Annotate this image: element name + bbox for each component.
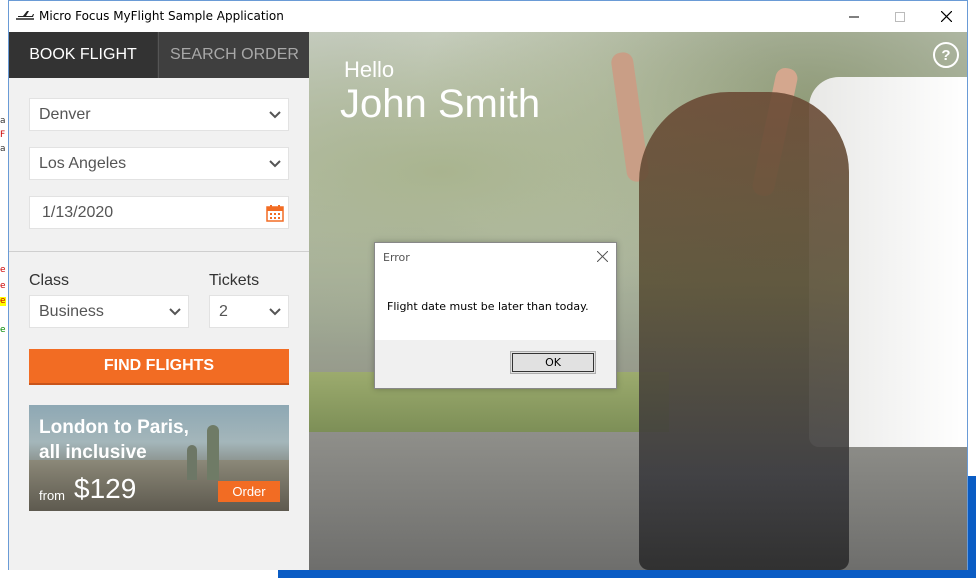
promo-line-1: London to Paris, xyxy=(39,417,189,438)
from-city-select[interactable]: Denver xyxy=(29,98,289,131)
to-city-value: Los Angeles xyxy=(39,154,127,172)
close-icon xyxy=(940,11,952,22)
booking-panel: BOOK FLIGHT SEARCH ORDER Denver Los Ange… xyxy=(9,32,310,570)
close-icon xyxy=(596,250,608,262)
promo-line-2: all inclusive xyxy=(39,442,147,463)
greeting-hello: Hello xyxy=(344,57,395,82)
background-window-edge: a F a e e e e xyxy=(0,0,8,578)
user-name: John Smith xyxy=(340,82,541,126)
section-divider xyxy=(9,251,309,252)
order-button[interactable]: Order xyxy=(218,481,280,502)
error-dialog: Error Flight date must be later than tod… xyxy=(374,242,617,389)
class-select[interactable]: Business xyxy=(29,295,189,328)
maximize-icon xyxy=(895,11,905,22)
chevron-down-icon xyxy=(162,307,188,316)
promo-tower-image xyxy=(207,425,219,480)
help-icon[interactable]: ? xyxy=(933,42,959,68)
tickets-label: Tickets xyxy=(209,272,260,289)
date-picker[interactable]: 1/13/2020 xyxy=(29,196,289,229)
tab-bar: BOOK FLIGHT SEARCH ORDER xyxy=(9,32,310,78)
tab-book-flight[interactable]: BOOK FLIGHT xyxy=(9,32,157,78)
tickets-value: 2 xyxy=(219,302,228,320)
tickets-select[interactable]: 2 xyxy=(209,295,289,328)
promo-from-label: from xyxy=(39,488,65,503)
close-button[interactable] xyxy=(923,1,969,32)
ok-button[interactable]: OK xyxy=(510,351,596,374)
maximize-button[interactable] xyxy=(877,1,923,32)
tab-search-order[interactable]: SEARCH ORDER xyxy=(158,32,310,78)
hero-riders xyxy=(639,92,849,570)
minimize-button[interactable] xyxy=(831,1,877,32)
desktop-edge xyxy=(968,476,976,578)
class-label: Class xyxy=(29,272,70,289)
dialog-message: Flight date must be later than today. xyxy=(387,300,589,313)
taskbar-strip xyxy=(278,570,976,578)
chevron-down-icon xyxy=(262,307,288,316)
dialog-title: Error xyxy=(383,251,410,264)
date-value: 1/13/2020 xyxy=(42,203,114,221)
from-city-value: Denver xyxy=(39,105,91,123)
airplane-icon xyxy=(16,11,34,20)
to-city-select[interactable]: Los Angeles xyxy=(29,147,289,180)
window-title: Micro Focus MyFlight Sample Application xyxy=(39,9,284,23)
find-flights-button[interactable]: FIND FLIGHTS xyxy=(29,349,289,385)
promo-headline: London to Paris, all inclusive xyxy=(39,415,189,465)
chevron-down-icon xyxy=(262,110,288,119)
calendar-icon[interactable] xyxy=(262,204,288,222)
promo-banner[interactable]: London to Paris, all inclusive from $129… xyxy=(29,405,289,511)
title-bar[interactable]: Micro Focus MyFlight Sample Application xyxy=(9,1,967,32)
hero-road xyxy=(309,432,967,570)
promo-price: $129 xyxy=(74,473,137,504)
minimize-icon xyxy=(849,16,859,17)
dialog-close-button[interactable] xyxy=(594,248,610,264)
dialog-footer: OK xyxy=(375,340,616,388)
class-value: Business xyxy=(39,302,104,320)
chevron-down-icon xyxy=(262,159,288,168)
